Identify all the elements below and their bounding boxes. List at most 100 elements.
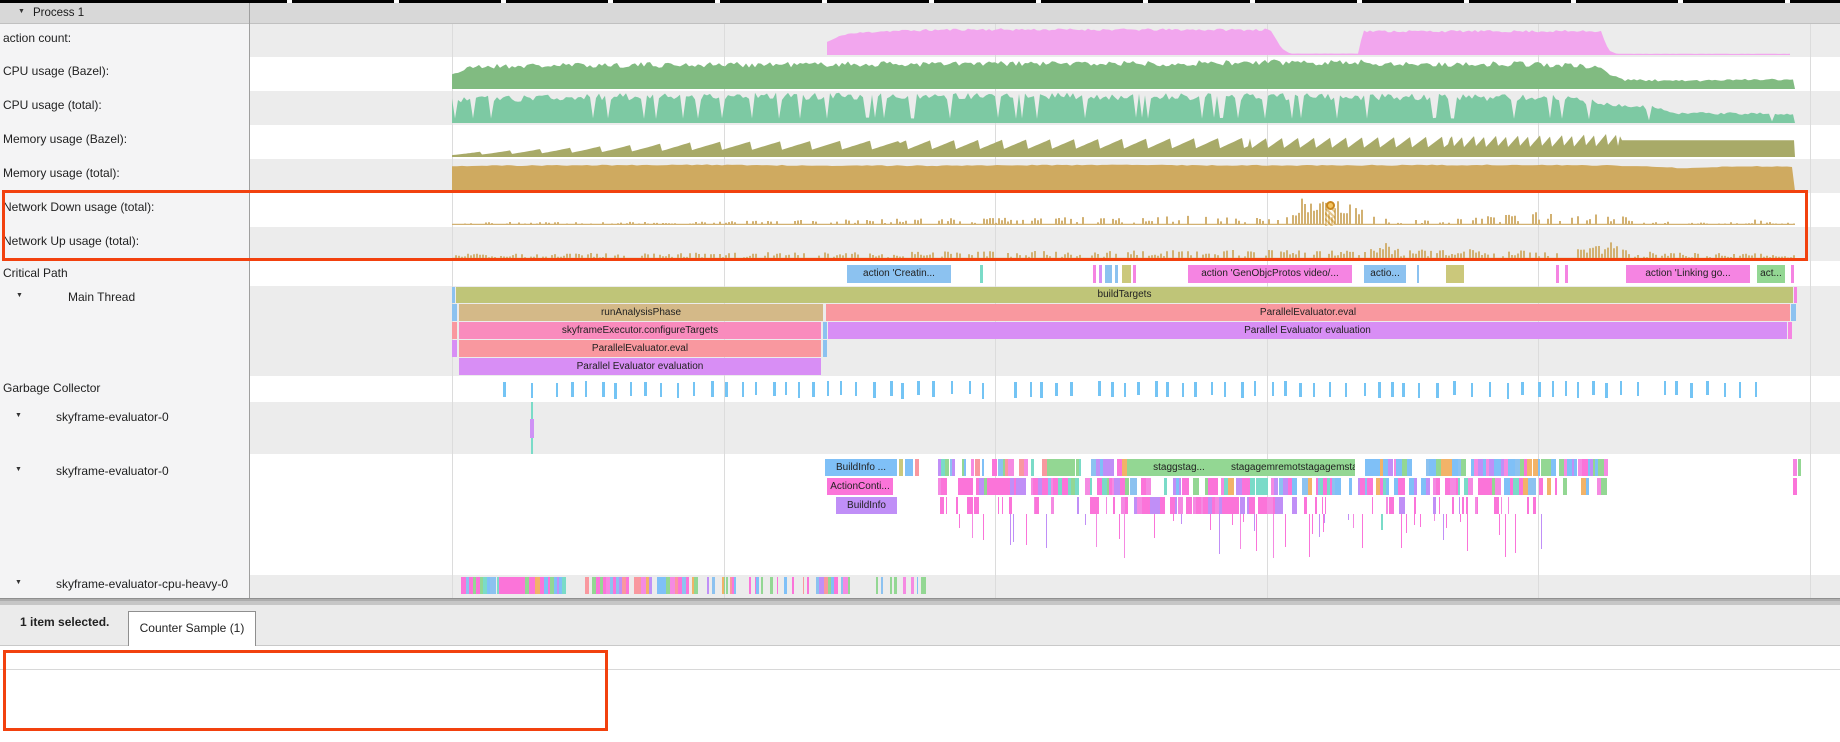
confetti-slice[interactable]: [1178, 497, 1183, 514]
slice[interactable]: BuildInfo: [836, 497, 897, 514]
gc-tick[interactable]: [1166, 382, 1169, 397]
slice[interactable]: BuildInfo ...: [825, 459, 897, 476]
confetti-slice[interactable]: [1459, 497, 1461, 514]
confetti-slice[interactable]: [1436, 478, 1441, 495]
gc-tick[interactable]: [755, 382, 758, 395]
confetti-slice[interactable]: [1292, 497, 1297, 514]
slice[interactable]: [1115, 265, 1118, 283]
confetti-slice[interactable]: [1452, 497, 1454, 514]
gc-tick[interactable]: [1755, 382, 1758, 397]
slice[interactable]: [452, 304, 457, 321]
gc-tick[interactable]: [951, 381, 954, 394]
gc-tick[interactable]: [725, 382, 728, 396]
gc-tick[interactable]: [798, 382, 801, 398]
confetti-slice[interactable]: [834, 577, 838, 594]
gc-tick[interactable]: [917, 381, 920, 395]
slice[interactable]: [530, 419, 534, 438]
slice[interactable]: [905, 459, 913, 476]
confetti-slice[interactable]: [1265, 478, 1269, 495]
gc-tick[interactable]: [1489, 382, 1492, 397]
confetti-slice[interactable]: [1495, 478, 1501, 495]
slice[interactable]: [1105, 265, 1112, 283]
counter-chart-cpu-bazel[interactable]: [452, 60, 1795, 90]
slice[interactable]: buildTargets: [456, 287, 1793, 303]
confetti-slice[interactable]: [562, 577, 566, 594]
slice[interactable]: action 'Linking go...: [1626, 265, 1750, 283]
confetti-slice[interactable]: [1125, 497, 1129, 514]
slice[interactable]: act...: [1757, 265, 1785, 283]
slice[interactable]: [980, 265, 983, 283]
gc-tick[interactable]: [1194, 382, 1197, 397]
confetti-slice[interactable]: [1563, 478, 1567, 495]
slice[interactable]: [1791, 304, 1796, 321]
slice[interactable]: staggstag...: [1127, 459, 1231, 476]
confetti-slice[interactable]: [941, 478, 947, 495]
confetti-slice[interactable]: [1461, 459, 1466, 476]
gc-tick[interactable]: [1637, 382, 1640, 396]
gc-tick[interactable]: [890, 381, 893, 395]
gc-tick[interactable]: [982, 383, 985, 399]
confetti-slice[interactable]: [1335, 478, 1340, 495]
gc-tick[interactable]: [1690, 383, 1693, 399]
confetti-slice[interactable]: [1292, 478, 1297, 495]
confetti-slice[interactable]: [726, 577, 729, 594]
gc-tick[interactable]: [1565, 381, 1568, 396]
slice[interactable]: [1793, 478, 1797, 495]
gc-tick[interactable]: [1155, 381, 1158, 397]
confetti-slice[interactable]: [694, 577, 698, 594]
confetti-slice[interactable]: [1468, 478, 1473, 495]
gc-tick[interactable]: [1329, 382, 1332, 396]
confetti-slice[interactable]: [968, 478, 973, 495]
confetti-slice[interactable]: [964, 459, 966, 476]
gc-tick[interactable]: [840, 381, 843, 395]
slice[interactable]: [823, 340, 827, 357]
confetti-slice[interactable]: [1322, 497, 1324, 514]
gc-tick[interactable]: [1453, 381, 1456, 395]
gc-tick[interactable]: [1418, 383, 1421, 398]
confetti-slice[interactable]: [1079, 459, 1081, 476]
gc-tick[interactable]: [1124, 383, 1127, 397]
slice[interactable]: runAnalysisPhase: [459, 304, 823, 321]
confetti-slice[interactable]: [1051, 497, 1054, 514]
slice[interactable]: ActionConti...: [827, 478, 893, 495]
gc-tick[interactable]: [660, 383, 663, 397]
gc-tick[interactable]: [742, 382, 745, 397]
gc-tick[interactable]: [1436, 383, 1439, 398]
confetti-slice[interactable]: [894, 577, 897, 594]
confetti-slice[interactable]: [975, 497, 978, 514]
confetti-slice[interactable]: [1002, 497, 1003, 514]
confetti-slice[interactable]: [1315, 497, 1317, 514]
confetti-slice[interactable]: [1146, 478, 1151, 495]
counter-chart-mem-bazel[interactable]: [452, 134, 1795, 157]
gc-tick[interactable]: [969, 381, 972, 394]
confetti-slice[interactable]: [1501, 497, 1502, 514]
confetti-slice[interactable]: [1367, 478, 1373, 495]
confetti-slice[interactable]: [749, 577, 751, 594]
confetti-slice[interactable]: [1097, 497, 1100, 514]
confetti-slice[interactable]: [1386, 497, 1388, 514]
chevron-down-icon[interactable]: ▼: [15, 412, 22, 419]
gc-tick[interactable]: [1521, 382, 1524, 395]
gc-tick[interactable]: [571, 382, 574, 398]
confetti-slice[interactable]: [1533, 497, 1536, 514]
panel-splitter[interactable]: [0, 598, 1840, 605]
confetti-slice[interactable]: [1603, 478, 1607, 495]
confetti-slice[interactable]: [1253, 497, 1255, 514]
confetti-slice[interactable]: [792, 577, 794, 594]
confetti-slice[interactable]: [1439, 497, 1441, 514]
slice[interactable]: [1093, 265, 1096, 283]
gc-tick[interactable]: [1507, 383, 1510, 399]
gc-tick[interactable]: [901, 383, 904, 399]
confetti-slice[interactable]: [848, 577, 850, 594]
confetti-slice[interactable]: [917, 577, 919, 594]
gc-tick[interactable]: [1299, 383, 1302, 398]
slice[interactable]: [452, 322, 457, 339]
confetti-slice[interactable]: [686, 577, 689, 594]
confetti-slice[interactable]: [1477, 497, 1478, 514]
confetti-slice[interactable]: [1407, 459, 1412, 476]
gc-tick[interactable]: [602, 382, 605, 397]
gc-tick[interactable]: [1592, 381, 1595, 395]
slice[interactable]: [1099, 265, 1102, 283]
slice[interactable]: action 'Creatin...: [847, 265, 951, 283]
confetti-slice[interactable]: [1462, 497, 1464, 514]
